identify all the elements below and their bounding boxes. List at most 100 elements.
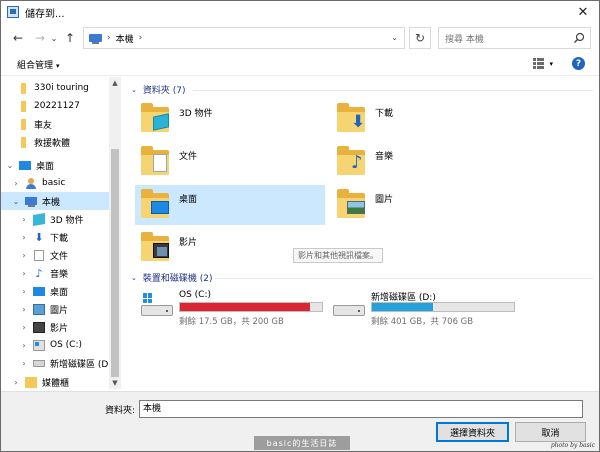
chevron-right-icon[interactable]: › xyxy=(19,305,29,314)
scrollbar-thumb[interactable] xyxy=(111,149,119,377)
drive-usage-fill xyxy=(372,303,434,311)
chevron-down-icon[interactable]: ⌄ xyxy=(5,161,15,170)
select-folder-button[interactable]: 選擇資料夾 xyxy=(436,422,509,442)
chevron-right-icon[interactable]: › xyxy=(19,233,29,242)
music-icon: ♪ xyxy=(35,266,43,280)
breadcrumb-separator[interactable]: › xyxy=(139,33,143,43)
folder-tile-3d-objects[interactable]: 3D 物件 xyxy=(135,99,325,139)
folder-tile-music[interactable]: ♪ 音樂 xyxy=(331,142,521,182)
tree-item-label: 圖片 xyxy=(50,305,69,316)
download-icon: ⬇ xyxy=(34,230,44,244)
tree-item-label: 車友 xyxy=(34,120,53,131)
details-view-icon xyxy=(533,58,545,69)
cancel-button[interactable]: 取消 xyxy=(515,422,586,442)
folder-label: 桌面 xyxy=(179,195,198,205)
back-button[interactable]: ← xyxy=(9,29,27,47)
downloads-folder-icon: ⬇ xyxy=(337,103,367,133)
command-bar: 組合管理 ▾ ▾ ? xyxy=(1,54,599,76)
address-bar[interactable]: › 本機 › ⌄ xyxy=(83,27,405,49)
tree-item-os-drive[interactable]: › OS (C:) xyxy=(19,336,82,354)
address-dropdown-icon[interactable]: ⌄ xyxy=(391,33,398,42)
folders-group-header[interactable]: ⌄ 資料夾 (7) xyxy=(131,83,186,97)
tree-item-d-drive[interactable]: › 新增磁碟區 (D: xyxy=(19,354,111,372)
caret-down-icon: ▾ xyxy=(56,62,60,70)
folder-name-input[interactable]: 本機 xyxy=(139,400,583,418)
group-divider xyxy=(193,90,593,91)
tree-item-label: 音樂 xyxy=(50,269,69,280)
os-drive-icon xyxy=(33,339,45,351)
tree-item-label: 20221127 xyxy=(34,101,80,111)
arrow-left-icon: ← xyxy=(12,31,24,45)
tree-item-libraries[interactable]: › 媒體櫃 xyxy=(11,373,69,389)
refresh-button[interactable]: ↻ xyxy=(409,27,431,49)
tree-item-user[interactable]: › basic xyxy=(11,174,65,192)
tree-item-folder[interactable]: 330i touring xyxy=(17,79,89,97)
organize-button[interactable]: 組合管理 ▾ xyxy=(17,58,60,71)
tree-item-folder[interactable]: 20221127 xyxy=(17,97,80,115)
tree-item-desktop[interactable]: ⌄ 桌面 xyxy=(5,156,54,174)
chevron-right-icon[interactable]: › xyxy=(11,378,21,387)
forward-button[interactable]: → xyxy=(31,29,49,47)
tree-item-pictures[interactable]: › 圖片 xyxy=(19,300,68,318)
caret-down-icon: ▾ xyxy=(549,59,553,68)
documents-folder-icon xyxy=(141,146,171,176)
tree-item-folder[interactable]: 救援軟體 xyxy=(17,133,70,151)
search-box[interactable]: 搜尋 本機 xyxy=(438,27,591,49)
arrow-up-icon: ↑ xyxy=(64,31,76,45)
drive-usage-fill xyxy=(180,303,310,311)
breadcrumb-this-pc[interactable]: 本機 xyxy=(116,32,134,45)
drive-free-space: 剩餘 401 GB，共 706 GB xyxy=(371,317,474,327)
arrow-right-icon: → xyxy=(34,31,46,45)
scroll-down-icon[interactable]: ▼ xyxy=(109,377,121,389)
pictures-icon xyxy=(33,303,45,315)
close-button[interactable]: ✕ xyxy=(575,4,591,20)
drive-tile-d[interactable]: 新增磁碟區 (D:) 剩餘 401 GB，共 706 GB xyxy=(327,285,517,327)
tree-item-this-pc[interactable]: ⌄ 本機 xyxy=(1,192,109,210)
chevron-right-icon[interactable]: › xyxy=(11,179,21,188)
drive-icon xyxy=(33,359,45,367)
tree-item-downloads[interactable]: › ⬇ 下載 xyxy=(19,228,68,246)
tree-item-documents[interactable]: › 文件 xyxy=(19,246,68,264)
os-drive-icon xyxy=(141,293,173,317)
tree-item-label: basic xyxy=(42,178,66,188)
folder-tile-pictures[interactable]: 圖片 xyxy=(331,185,521,225)
tree-item-desktop[interactable]: › 桌面 xyxy=(19,282,68,300)
tree-item-3d-objects[interactable]: › 3D 物件 xyxy=(19,210,84,228)
video-icon xyxy=(33,321,45,333)
tree-item-music[interactable]: › ♪ 音樂 xyxy=(19,264,68,282)
chevron-right-icon[interactable]: › xyxy=(19,287,29,296)
up-button[interactable]: ↑ xyxy=(61,29,79,47)
folder-icon xyxy=(21,136,26,148)
content-pane: ⌄ 資料夾 (7) 3D 物件 ⬇ 下載 文件 ♪ 音樂 桌面 圖片 影片 影片… xyxy=(123,77,599,389)
help-button[interactable]: ? xyxy=(572,57,585,70)
folder-tile-desktop[interactable]: 桌面 xyxy=(135,185,325,225)
drives-group-header[interactable]: ⌄ 裝置和磁碟機 (2) xyxy=(131,271,213,285)
save-dialog: 儲存到... ✕ ← → ⌄ ↑ › 本機 › ⌄ ↻ 搜尋 本機 組合管理 ▾… xyxy=(0,0,600,452)
chevron-right-icon[interactable]: › xyxy=(19,323,29,332)
chevron-right-icon[interactable]: › xyxy=(19,269,29,278)
chevron-right-icon[interactable]: › xyxy=(19,341,29,350)
search-icon[interactable] xyxy=(573,32,585,44)
recent-locations-button[interactable]: ⌄ xyxy=(49,29,59,47)
chevron-right-icon[interactable]: › xyxy=(19,359,29,368)
folder-tile-downloads[interactable]: ⬇ 下載 xyxy=(331,99,521,139)
pictures-folder-icon xyxy=(337,189,367,219)
chevron-down-icon[interactable]: ⌄ xyxy=(11,197,21,206)
folder-tile-documents[interactable]: 文件 xyxy=(135,142,325,182)
search-input[interactable]: 搜尋 本機 xyxy=(445,32,484,45)
scroll-up-icon[interactable]: ▲ xyxy=(109,77,121,89)
document-icon xyxy=(34,249,44,261)
user-icon xyxy=(25,177,37,189)
drive-tile-c[interactable]: OS (C:) 剩餘 17.5 GB，共 200 GB xyxy=(135,285,325,327)
videos-folder-icon xyxy=(141,232,171,262)
tree-item-folder[interactable]: 車友 xyxy=(17,115,52,133)
tree-item-label: 影片 xyxy=(50,323,69,334)
chevron-right-icon[interactable]: › xyxy=(19,215,29,224)
tree-item-videos[interactable]: › 影片 xyxy=(19,318,68,336)
chevron-down-icon: ⌄ xyxy=(50,33,58,43)
tooltip: 影片和其他視訊檔案。 xyxy=(293,248,383,263)
computer-icon xyxy=(89,34,102,44)
tree-scrollbar[interactable]: ▲ ▼ xyxy=(109,77,121,389)
chevron-right-icon[interactable]: › xyxy=(19,251,29,260)
change-view-button[interactable]: ▾ xyxy=(533,58,553,69)
